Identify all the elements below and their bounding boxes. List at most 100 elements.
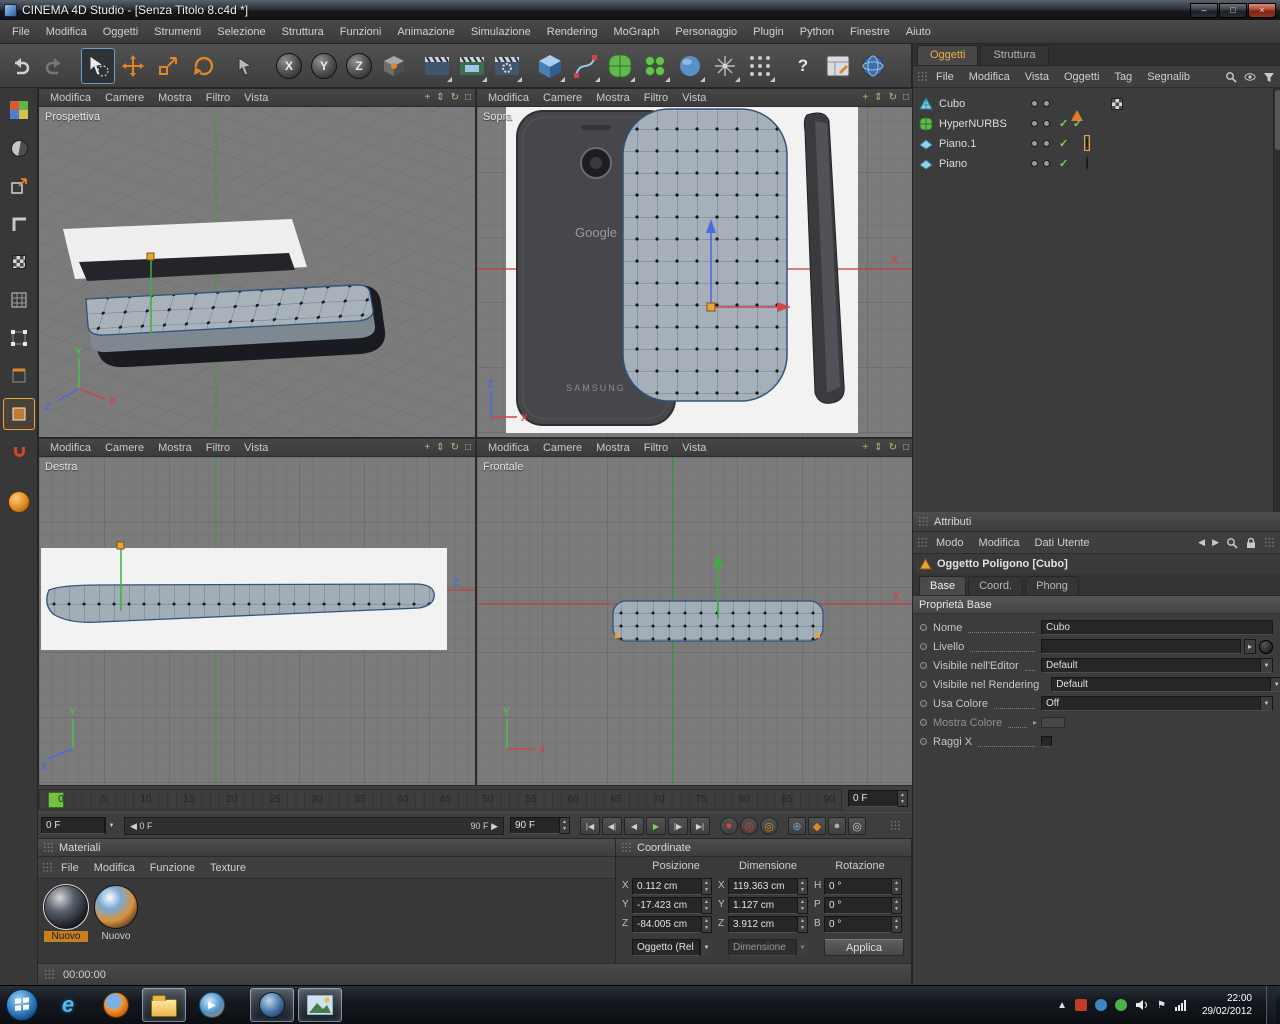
render-picture-viewer-button[interactable]: [455, 48, 489, 84]
applica-button[interactable]: Applica: [824, 939, 904, 956]
menu-aiuto[interactable]: Aiuto: [898, 22, 939, 42]
rotate-tool[interactable]: [186, 48, 220, 84]
dropdown-icon[interactable]: ▼: [796, 939, 808, 956]
spin-down-icon[interactable]: ▼: [702, 886, 711, 894]
playhead-field[interactable]: 0 F: [41, 817, 105, 834]
om-menu-tag[interactable]: Tag: [1107, 68, 1139, 86]
taskbar-firefox-icon[interactable]: [94, 988, 138, 1022]
panel-grip-icon[interactable]: [42, 862, 53, 873]
display-mode-icon[interactable]: [3, 132, 35, 164]
key-rotation-button[interactable]: ●: [828, 817, 846, 835]
object-row-piano[interactable]: Piano ✓: [919, 154, 1267, 174]
lock-x-axis-button[interactable]: X: [272, 48, 306, 84]
viewport-perspective[interactable]: Modifica Camere Mostra Filtro Vista + ⇕ ↻ □: [39, 89, 475, 437]
viewport-top[interactable]: Modifica Camere Mostra Filtro Vista + ⇕ ↻ □: [477, 89, 913, 437]
viewport-front-canvas[interactable]: X Y X: [477, 457, 913, 786]
menu-strumenti[interactable]: Strumenti: [146, 22, 209, 42]
scale-tool[interactable]: [151, 48, 185, 84]
model-mode-icon[interactable]: [3, 208, 35, 240]
vp-rotate-icon[interactable]: ↻: [451, 92, 459, 103]
vp-menu-vista[interactable]: Vista: [237, 440, 275, 456]
enabled-check-icon[interactable]: ✓: [1059, 157, 1068, 170]
command-manager-button[interactable]: [821, 48, 855, 84]
viewport-perspective-canvas[interactable]: Y X Z: [39, 107, 475, 437]
make-editable-icon[interactable]: [3, 170, 35, 202]
object-row-cubo[interactable]: Cubo: [919, 94, 1267, 121]
render-visibility-dot[interactable]: [1043, 120, 1050, 127]
maximize-button[interactable]: □: [1219, 2, 1247, 18]
previous-key-button[interactable]: ◀|: [602, 817, 622, 835]
render-visibility-dot[interactable]: [1043, 140, 1050, 147]
dim-z-field[interactable]: 3.912 cm: [728, 916, 798, 933]
object-mode-dropdown[interactable]: Oggetto (Rel ▼: [632, 939, 712, 956]
material-name[interactable]: Nuovo: [94, 931, 138, 942]
hypernurbs-button[interactable]: [603, 48, 637, 84]
menu-struttura[interactable]: Struttura: [274, 22, 332, 42]
vp-menu-filtro[interactable]: Filtro: [637, 440, 675, 456]
editor-visibility-dot[interactable]: [1031, 160, 1038, 167]
viewport-front[interactable]: Modifica Camere Mostra Filtro Vista + ⇕ ↻ □: [477, 439, 913, 786]
menu-rendering[interactable]: Rendering: [539, 22, 606, 42]
dropdown-icon[interactable]: ▼: [700, 939, 712, 956]
taskbar-explorer-icon[interactable]: [142, 988, 186, 1022]
spin-up-icon[interactable]: ▲: [702, 879, 711, 887]
play-button[interactable]: ▶: [646, 817, 666, 835]
messenger-tray-icon[interactable]: [1114, 999, 1127, 1011]
vp-maximize-icon[interactable]: □: [903, 442, 909, 453]
raggi-x-checkbox[interactable]: [1041, 736, 1052, 747]
material-preview-sphere[interactable]: [94, 885, 138, 929]
menu-personaggio[interactable]: Personaggio: [667, 22, 745, 42]
material-tag-icon[interactable]: [1084, 135, 1090, 151]
vp-menu-filtro[interactable]: Filtro: [199, 440, 237, 456]
snap-mode-icon[interactable]: [3, 436, 35, 468]
vp-menu-filtro[interactable]: Filtro: [199, 90, 237, 106]
menu-plugin[interactable]: Plugin: [745, 22, 792, 42]
pos-y-field[interactable]: -17.423 cm: [632, 897, 702, 914]
panel-grip-icon[interactable]: [918, 516, 929, 527]
mat-menu-texture[interactable]: Texture: [203, 859, 253, 877]
rot-p-field[interactable]: 0 °: [824, 897, 892, 914]
playhead-dropdown-icon[interactable]: ▼: [105, 817, 117, 834]
vp-zoom-icon[interactable]: ⇕: [436, 92, 444, 103]
primitive-cube-button[interactable]: [533, 48, 567, 84]
vp-menu-camere[interactable]: Camere: [536, 90, 589, 106]
dimension-mode-dropdown[interactable]: Dimensione ▼: [728, 939, 808, 956]
livello-field[interactable]: [1041, 639, 1241, 654]
viewport-top-canvas[interactable]: X Google SAMSUNG Z X: [477, 107, 913, 437]
action-center-flag-icon[interactable]: ⚑: [1157, 1000, 1166, 1011]
vp-menu-modifica[interactable]: Modifica: [43, 440, 98, 456]
panel-grip-icon[interactable]: [621, 842, 632, 853]
vp-maximize-icon[interactable]: □: [465, 92, 471, 103]
dim-x-field[interactable]: 119.363 cm: [728, 878, 798, 895]
pos-z-field[interactable]: -84.005 cm: [632, 916, 702, 933]
simulation-grid-button[interactable]: [743, 48, 777, 84]
spin-up-icon[interactable]: ▲: [798, 879, 807, 887]
polygons-mode-icon[interactable]: [3, 398, 35, 430]
redo-button[interactable]: [38, 48, 72, 84]
panel-grip-icon[interactable]: [917, 71, 928, 82]
tab-base[interactable]: Base: [919, 576, 967, 595]
spin-down-icon[interactable]: ▼: [892, 924, 901, 932]
points-mode-icon[interactable]: [3, 322, 35, 354]
key-bullet-icon[interactable]: [920, 624, 927, 631]
compositing-tag-icon[interactable]: [1111, 98, 1123, 110]
render-visibility-dot[interactable]: [1043, 100, 1050, 107]
record-keyframe-button[interactable]: ●: [720, 817, 738, 835]
nome-field[interactable]: Cubo: [1041, 620, 1273, 635]
last-tool-button[interactable]: [229, 48, 263, 84]
vp-pan-icon[interactable]: +: [862, 92, 868, 103]
vp-rotate-icon[interactable]: ↻: [451, 442, 459, 453]
vp-zoom-icon[interactable]: ⇕: [874, 92, 882, 103]
material-item[interactable]: Nuovo: [94, 885, 138, 942]
lock-icon[interactable]: [1245, 537, 1257, 549]
search-icon[interactable]: [1225, 71, 1237, 83]
history-back-icon[interactable]: ◀: [1198, 537, 1205, 548]
edges-mode-icon[interactable]: [3, 360, 35, 392]
coordinate-system-button[interactable]: [377, 48, 411, 84]
spin-up-icon[interactable]: ▲: [702, 898, 711, 906]
preview-range-slider[interactable]: ◀ 0 F 90 F ▶: [124, 817, 504, 835]
vp-menu-vista[interactable]: Vista: [675, 440, 713, 456]
vp-rotate-icon[interactable]: ↻: [889, 92, 897, 103]
spin-down-icon[interactable]: ▼: [892, 886, 901, 894]
undo-button[interactable]: [3, 48, 37, 84]
